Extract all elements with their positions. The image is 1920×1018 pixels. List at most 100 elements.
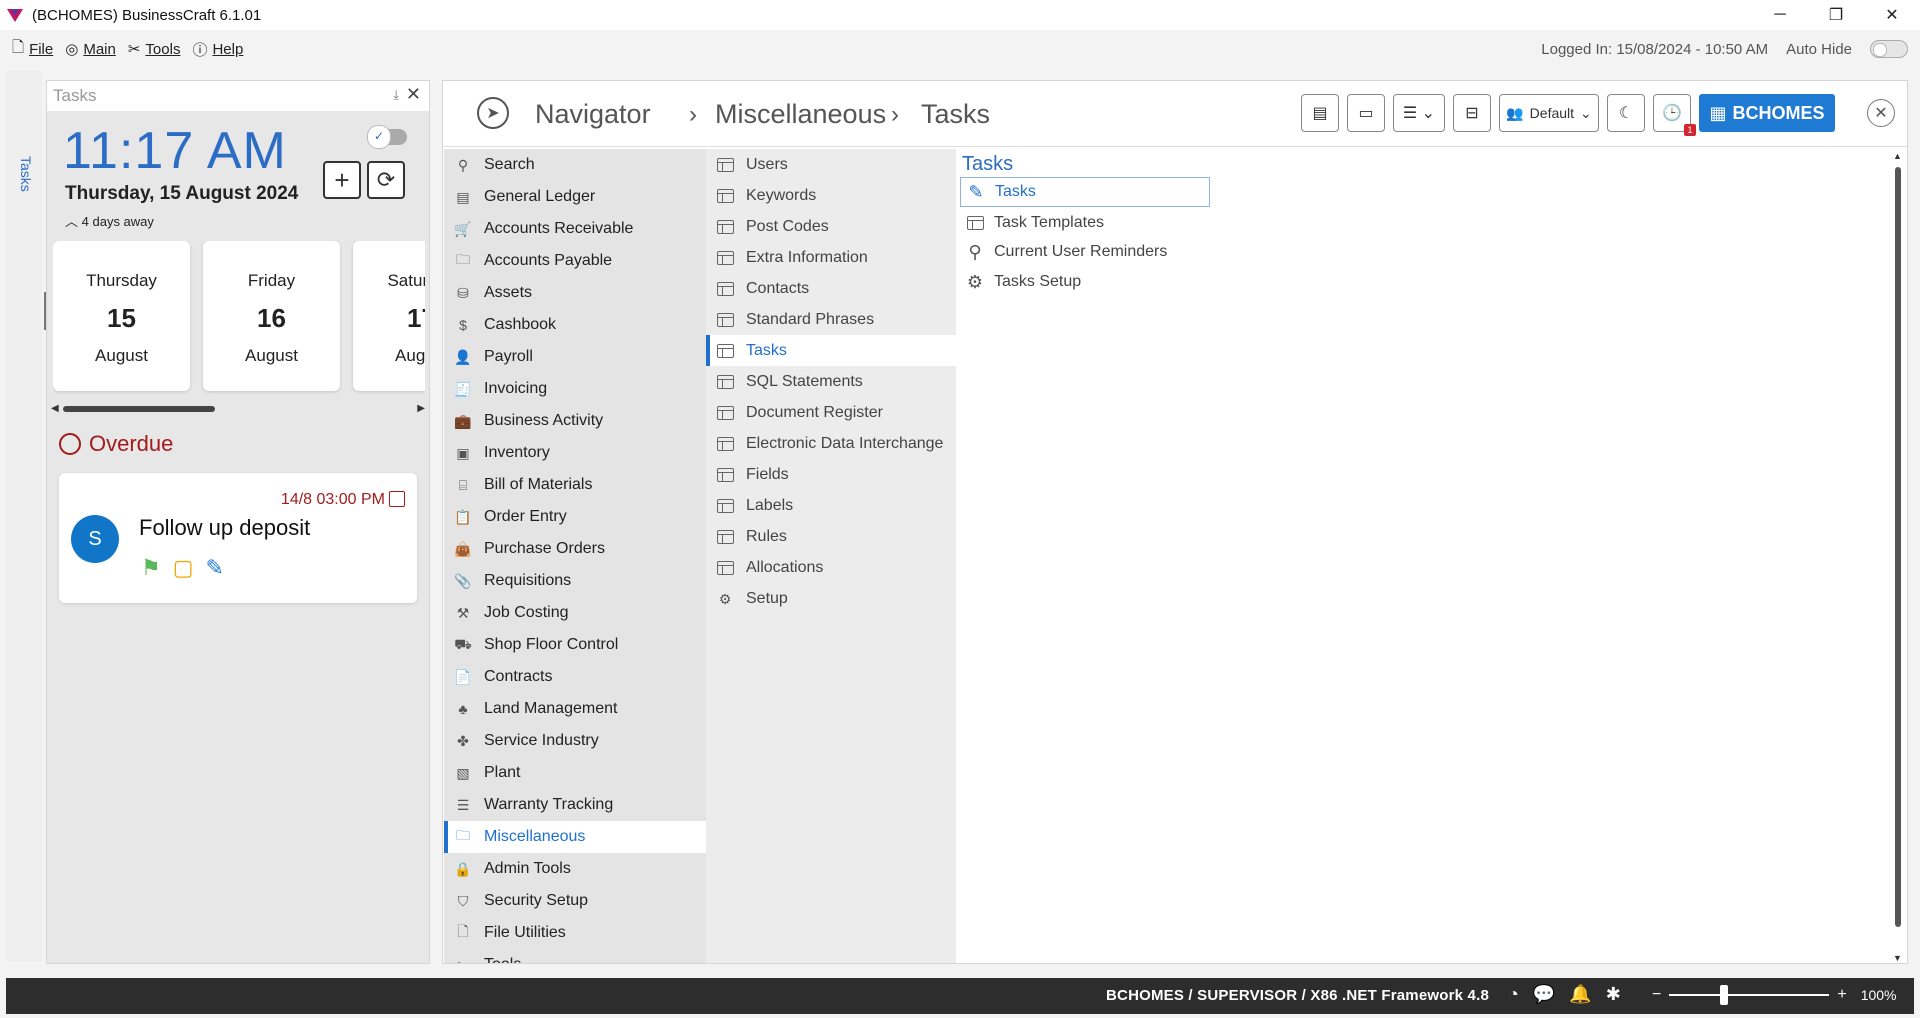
menu-file[interactable]: 🗋 File [12,37,53,62]
submodule-post-codes[interactable]: Post Codes [706,211,956,242]
module-security-setup[interactable]: ⛉ Security Setup [444,885,706,917]
module-order-entry[interactable]: 📋 Order Entry [444,501,706,533]
bug-icon[interactable]: ✱ [1606,984,1621,1005]
scroll-down-icon[interactable]: ▼ [1893,953,1902,963]
detail-item-tasks[interactable]: ✎ Tasks [960,177,1210,207]
calendar-scrollbar[interactable]: ◀ ▶ [51,403,425,415]
zoom-level: 100% [1860,987,1897,1003]
module-miscellaneous[interactable]: 🗀 Miscellaneous [444,821,706,853]
module-land-management[interactable]: ♣ Land Management [444,693,706,725]
scroll-right-icon[interactable]: ▶ [417,403,425,414]
module-inventory[interactable]: ▣ Inventory [444,437,706,469]
dashboard-icon[interactable]: ◔ [1508,984,1519,1005]
module-tools[interactable]: ✂Tools [444,949,706,963]
side-tab-tasks[interactable]: Tasks [18,156,34,192]
breadcrumb-navigator[interactable]: Navigator [535,99,651,130]
report-button[interactable]: ▤ [1301,94,1339,132]
zoom-out-button[interactable]: − [1652,986,1661,1004]
module-cashbook[interactable]: $ Cashbook [444,309,706,341]
task-card[interactable]: 14/8 03:00 PM S Follow up deposit ⚑ ▢ ✎ [59,473,417,603]
menu-help[interactable]: ⓘ Help [192,39,243,60]
restore-button[interactable]: ❐ [1808,0,1864,30]
module-payroll[interactable]: 👤 Payroll [444,341,706,373]
table-icon [716,529,734,545]
scrollbar-thumb[interactable] [1895,167,1901,927]
ticket-button[interactable]: ▭ [1347,94,1385,132]
submodule-extra-information[interactable]: Extra Information [706,242,956,273]
history-button[interactable]: 🕒 1 [1653,94,1696,136]
calendar-day[interactable]: Saturday 17 August [353,241,425,391]
submodule-keywords[interactable]: Keywords [706,180,956,211]
submodule-users[interactable]: Users [706,149,956,180]
vertical-scrollbar[interactable]: ▲ ▼ [1893,151,1903,963]
add-task-button[interactable]: + [323,161,361,199]
note-icon[interactable]: ▢ [173,555,194,581]
submodule-standard-phrases[interactable]: Standard Phrases [706,304,956,335]
zoom-slider-knob[interactable] [1719,985,1728,1005]
layout-dropdown[interactable]: 👥 Default ⌄ [1499,94,1599,132]
folder-icon: 🗀 [456,827,470,843]
submodule-tasks[interactable]: Tasks [706,335,956,366]
pin-icon[interactable]: ⤓ [393,87,399,103]
refresh-button[interactable]: ⟳ [367,161,405,199]
pencil-icon[interactable]: ✎ [206,555,224,581]
module-general-ledger[interactable]: ▤ General Ledger [444,181,706,213]
close-panel-button[interactable]: ✕ [406,84,421,105]
submodule-allocations[interactable]: Allocations [706,552,956,583]
detail-item-tasks-setup[interactable]: ⚙ Tasks Setup [960,267,1081,297]
chat-icon[interactable]: 💬 [1533,984,1555,1005]
bell-icon[interactable]: 🔔 [1569,984,1591,1005]
module-service-industry[interactable]: ✤ Service Industry [444,725,706,757]
module-requisitions[interactable]: 📎 Requisitions [444,565,706,597]
module-accounts-payable[interactable]: 🗀 Accounts Payable [444,245,706,277]
layout-button[interactable]: ⊟ [1453,94,1491,132]
submodule-rules[interactable]: Rules [706,521,956,552]
module-search[interactable]: ⚲ Search [444,149,706,181]
module-plant[interactable]: ▧ Plant [444,757,706,789]
auto-hide-toggle[interactable] [1870,40,1908,58]
menu-tools[interactable]: ✂ Tools [128,40,181,59]
submodule-setup[interactable]: ⚙ Setup [706,583,956,614]
module-shop-floor-control[interactable]: ⛟ Shop Floor Control [444,629,706,661]
theme-button[interactable]: ☾ [1607,94,1645,132]
detail-item-task-templates[interactable]: Task Templates [960,208,1104,238]
close-window-button[interactable]: ✕ [1864,0,1920,30]
scrollbar-thumb[interactable] [63,406,215,412]
detail-item-current-user-reminders[interactable]: ⚲ Current User Reminders [960,237,1167,267]
minimize-button[interactable]: ─ [1752,0,1808,30]
module-bill-of-materials[interactable]: ⌸ Bill of Materials [444,469,706,501]
menu-main[interactable]: ◎ Main [65,40,116,59]
submodule-labels[interactable]: Labels [706,490,956,521]
submodule-document-register[interactable]: Document Register [706,397,956,428]
zoom-slider[interactable] [1669,985,1830,1005]
submodule-fields[interactable]: Fields [706,459,956,490]
module-invoicing[interactable]: 🧾 Invoicing [444,373,706,405]
module-warranty-tracking[interactable]: ☰ Warranty Tracking [444,789,706,821]
module-business-activity[interactable]: 💼 Business Activity [444,405,706,437]
zoom-in-button[interactable]: + [1837,986,1846,1004]
overdue-circle-icon [59,433,81,455]
scroll-up-icon[interactable]: ▲ [1893,151,1902,161]
module-purchase-orders[interactable]: 👜 Purchase Orders [444,533,706,565]
flag-icon[interactable]: ⚑ [141,555,161,581]
submodule-contacts[interactable]: Contacts [706,273,956,304]
calendar-day[interactable]: Thursday 15 August [53,241,190,391]
module-assets[interactable]: ⛁ Assets [444,277,706,309]
submodule-electronic-data-interchange[interactable]: Electronic Data Interchange [706,428,956,459]
submodule-sql-statements[interactable]: SQL Statements [706,366,956,397]
module-contracts[interactable]: 📄 Contracts [444,661,706,693]
module-file-utilities[interactable]: 🗋 File Utilities [444,917,706,949]
close-navigator-button[interactable]: ✕ [1867,99,1895,127]
tasks-panel: Tasks ⤓ ✕ 11:17 AM + ⟳ Thursday, 15 Augu… [46,80,430,964]
company-button[interactable]: ▦ BCHOMES [1699,94,1835,132]
breadcrumb-miscellaneous[interactable]: Miscellaneous [715,99,886,130]
clock-toggle[interactable] [367,125,407,149]
module-admin-tools[interactable]: 🔒 Admin Tools [444,853,706,885]
calendar-day[interactable]: Friday 16 August [203,241,340,391]
filter-settings-button[interactable]: ☰ ⌄ [1393,94,1445,132]
module-accounts-receivable[interactable]: 🛒 Accounts Receivable [444,213,706,245]
calendar-icon[interactable] [389,491,405,507]
module-job-costing[interactable]: ⚒ Job Costing [444,597,706,629]
scroll-left-icon[interactable]: ◀ [51,403,59,414]
days-away[interactable]: ︿ 4 days away [65,211,154,230]
